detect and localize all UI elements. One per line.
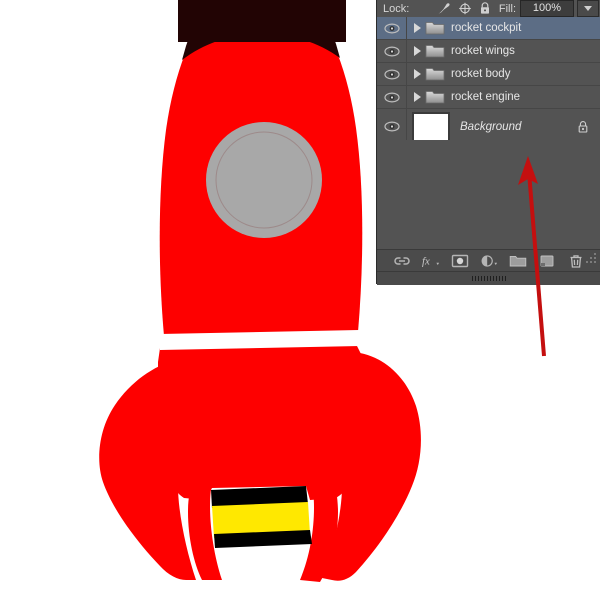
fill-label: Fill: [499,3,516,15]
fill-control-group[interactable]: Fill: 100% [499,0,599,17]
layer-thumbnail[interactable] [412,112,450,142]
move-lock-icon[interactable] [458,2,472,15]
layer-name-label: Background [460,121,521,133]
rocket-lower-body [158,344,368,500]
eye-icon [384,92,400,103]
screenshot-root: Lock: [0,0,600,600]
porthole-window [206,122,322,238]
layers-panel[interactable]: Lock: [376,0,600,284]
group-disclosure-triangle[interactable] [409,23,425,33]
layers-panel-toolbar[interactable]: fx [377,249,600,272]
grip-dots-icon [472,276,506,281]
lock-label: Lock: [383,3,409,15]
triangle-right-icon [414,92,421,102]
folder-icon [425,20,445,36]
svg-text:fx: fx [422,256,430,268]
layer-row-rocket-wings[interactable]: rocket wings [377,40,600,63]
layer-row-rocket-body[interactable]: rocket body [377,63,600,86]
layer-name-label: rocket cockpit [451,22,521,34]
layer-mask-icon[interactable] [451,253,469,269]
folder-icon [425,43,445,59]
eye-icon [384,69,400,80]
layer-visibility-toggle[interactable] [377,17,407,39]
fill-value-input[interactable]: 100% [520,0,574,17]
eye-icon [384,46,400,57]
panel-corner-resize-handle[interactable] [584,251,598,265]
layer-visibility-toggle[interactable] [377,86,407,108]
eye-icon [384,23,400,34]
group-disclosure-triangle[interactable] [409,92,425,102]
nose-cone-top-fill [178,0,346,42]
layer-visibility-toggle[interactable] [377,40,407,62]
transparent-pixels-checker-icon[interactable] [416,2,430,15]
paintbrush-lock-icon[interactable] [437,2,451,15]
delete-layer-icon[interactable] [567,253,585,269]
group-disclosure-triangle[interactable] [409,46,425,56]
layer-visibility-toggle[interactable] [377,109,407,144]
chevron-down-icon [584,6,592,11]
layer-locked-icon [577,120,589,134]
layer-name-label: rocket engine [451,91,520,103]
lock-all-icon[interactable] [479,2,493,15]
new-layer-icon[interactable] [538,253,556,269]
panel-resize-grip[interactable] [377,271,600,285]
folder-icon [425,89,445,105]
layer-lock-options-bar[interactable]: Lock: [377,0,600,17]
triangle-right-icon [414,69,421,79]
link-layers-icon[interactable] [393,253,411,269]
layer-visibility-toggle[interactable] [377,63,407,85]
layer-row-rocket-cockpit[interactable]: rocket cockpit [377,17,600,40]
triangle-right-icon [414,23,421,33]
group-disclosure-triangle[interactable] [409,69,425,79]
new-group-icon[interactable] [509,253,527,269]
eye-icon [384,121,400,132]
fx-icon[interactable]: fx [422,253,440,269]
layer-list-empty-area[interactable] [377,140,600,249]
triangle-right-icon [414,46,421,56]
adjustment-layer-icon[interactable] [480,253,498,269]
layer-name-label: rocket body [451,68,510,80]
layer-row-rocket-engine[interactable]: rocket engine [377,86,600,109]
fill-dropdown-button[interactable] [577,0,599,17]
layer-name-label: rocket wings [451,45,515,57]
folder-icon [425,66,445,82]
